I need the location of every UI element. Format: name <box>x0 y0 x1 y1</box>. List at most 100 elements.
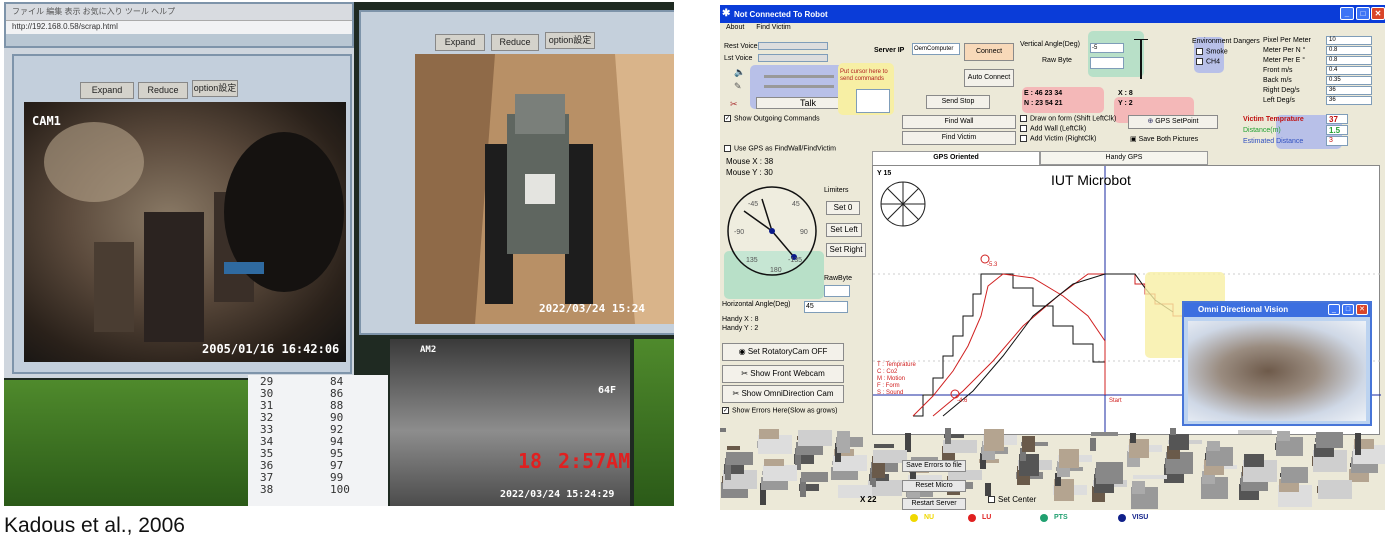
sensor-legend-line: S : Sound <box>877 390 904 396</box>
set0-button[interactable]: Set 0 <box>826 201 860 215</box>
desktop-wallpaper <box>4 380 248 506</box>
cam2-option-button[interactable]: option設定 <box>545 32 595 49</box>
param-input[interactable]: 10 <box>1326 36 1372 45</box>
browser-window: ファイル 編集 表示 お気に入り ツール ヘルプ http://192.168.… <box>4 2 354 48</box>
title-bar: ✱ Not Connected To Robot _ □ ✕ <box>720 5 1385 23</box>
cam2-reduce-button[interactable]: Reduce <box>491 34 539 51</box>
show-outgoing-checkbox[interactable]: ✓ Show Outgoing Commands <box>724 115 820 122</box>
save-both-button[interactable]: ▣ Save Both Pictures <box>1130 135 1198 143</box>
table-cell: 97 <box>330 459 344 472</box>
save-errors-button[interactable]: Save Errors to file <box>902 460 966 472</box>
menu-about[interactable]: About <box>726 24 744 31</box>
command-input[interactable] <box>856 89 890 113</box>
table-cell: 92 <box>330 423 344 436</box>
show-omni-button[interactable]: ✂ Show OmniDirection Cam <box>722 385 844 403</box>
param-input[interactable]: 0.4 <box>1326 66 1372 75</box>
param-input[interactable]: 0.35 <box>1326 76 1372 85</box>
add-wall-checkbox[interactable]: Add Wall (LeftClk) <box>1020 125 1086 132</box>
draw-form-checkbox[interactable]: Draw on form (Shift LeftClk) <box>1020 115 1116 122</box>
auto-connect-button[interactable]: Auto Connect <box>964 69 1014 87</box>
menu-find-victim[interactable]: Find Victim <box>756 24 791 31</box>
connect-button[interactable]: Connect <box>964 43 1014 61</box>
voice-slider-2[interactable] <box>764 85 834 88</box>
cam2-expand-button[interactable]: Expand <box>435 34 485 51</box>
set-left-button[interactable]: Set Left <box>826 223 862 237</box>
glitch-block <box>874 444 894 448</box>
error-log-strip: Save Errors to file Reset Micro Restart … <box>720 428 1385 510</box>
glitch-block <box>1244 454 1264 467</box>
omni-view <box>1188 321 1366 421</box>
send-stop-button[interactable]: Send Stop <box>926 95 990 109</box>
table-row: 36 97 <box>248 459 388 472</box>
param-input[interactable]: 36 <box>1326 86 1372 95</box>
cam1-option-button[interactable]: option設定 <box>192 80 238 97</box>
cam1-reduce-button[interactable]: Reduce <box>138 82 188 99</box>
table-row: 30 86 <box>248 387 388 400</box>
param-input[interactable]: 36 <box>1326 96 1372 105</box>
param-label: Right Deg/s <box>1263 87 1300 94</box>
close-icon[interactable]: ✕ <box>1371 7 1385 20</box>
omni-close-icon[interactable]: ✕ <box>1356 304 1368 315</box>
desktop-wallpaper-right <box>634 339 674 506</box>
minimize-icon[interactable]: _ <box>1340 7 1354 20</box>
e-coordinate: E : 46 23 34 <box>1024 90 1063 97</box>
set-right-button[interactable]: Set Right <box>826 243 866 257</box>
param-input[interactable]: 0.8 <box>1326 56 1372 65</box>
param-label: Pixel Per Meter <box>1263 37 1311 44</box>
ch4-checkbox[interactable]: CH4 <box>1196 58 1220 65</box>
glitch-block <box>1170 428 1176 435</box>
omni-minimize-icon[interactable]: _ <box>1328 304 1340 315</box>
vertical-angle-slider[interactable] <box>1140 39 1142 79</box>
vertical-angle-input[interactable]: -5 <box>1090 43 1124 53</box>
env-dangers-label: Environment Dangers <box>1192 38 1260 45</box>
glitch-block <box>984 429 1004 451</box>
omni-maximize-icon[interactable]: □ <box>1342 304 1354 315</box>
tab-gps-oriented[interactable]: GPS Oriented <box>872 151 1040 165</box>
show-front-label: Show Front Webcam <box>750 369 825 378</box>
glitch-block <box>1169 434 1189 450</box>
gps-setpoint-button[interactable]: ⊕ GPS SetPoint <box>1128 115 1218 129</box>
table-cell: 88 <box>330 399 344 412</box>
browser-address: http://192.168.0.58/scrap.html <box>6 20 352 34</box>
smoke-checkbox[interactable]: Smoke <box>1196 48 1228 55</box>
table-cell: 31 <box>260 399 274 412</box>
cam1-expand-button[interactable]: Expand <box>80 82 134 99</box>
table-row: 32 90 <box>248 411 388 424</box>
gauge-tick-neg90: -90 <box>734 229 745 236</box>
maximize-icon[interactable]: □ <box>1356 7 1370 20</box>
use-gps-checkbox[interactable]: Use GPS as FindWall/FindVictim <box>724 145 836 152</box>
voice-slider-1[interactable] <box>764 75 834 78</box>
restart-server-button[interactable]: Restart Server <box>902 498 966 510</box>
add-victim-checkbox[interactable]: Add Victim (RightClk) <box>1020 135 1096 142</box>
param-input[interactable]: 0.8 <box>1326 46 1372 55</box>
show-front-button[interactable]: ✂ Show Front Webcam <box>722 365 844 383</box>
show-errors-label: Show Errors Here(Slow as grows) <box>732 407 838 415</box>
show-errors-checkbox[interactable]: ✓ Show Errors Here(Slow as grows) <box>722 407 837 414</box>
horizontal-angle-label: Horizontal Angle(Deg) <box>722 301 791 308</box>
set-rotatory-button[interactable]: ◉ Set RotatoryCam OFF <box>722 343 844 361</box>
glitch-block <box>763 465 797 481</box>
find-victim-button[interactable]: Find Victim <box>902 131 1016 145</box>
raw-byte-input[interactable] <box>1090 57 1124 69</box>
set-center-checkbox[interactable]: Set Center <box>988 495 1036 504</box>
gauge-tick-neg135: -135 <box>788 257 803 264</box>
glitch-block <box>1132 481 1145 494</box>
table-row: 37 99 <box>248 471 388 484</box>
tab-handy-gps[interactable]: Handy GPS <box>1040 151 1208 165</box>
cam1-view <box>24 102 346 362</box>
reset-micro-button[interactable]: Reset Micro <box>902 480 966 492</box>
horizontal-angle-input[interactable]: 45 <box>804 301 848 313</box>
glitch-block <box>764 459 784 466</box>
server-ip-input[interactable]: OemComputer <box>912 43 960 55</box>
y-axis-value: Y 15 <box>877 170 892 177</box>
app-icon: ✱ <box>722 8 731 19</box>
find-wall-button[interactable]: Find Wall <box>902 115 1016 129</box>
victim-marker-bottom <box>950 389 960 399</box>
glitch-block <box>1316 432 1343 448</box>
table-row: 33 92 <box>248 423 388 436</box>
show-omni-label: Show OmniDirection Cam <box>741 389 834 398</box>
sensor-legend-line: T : Temprature <box>877 362 916 368</box>
rawbyte-input[interactable] <box>824 285 850 297</box>
table-cell: 32 <box>260 411 274 424</box>
draw-form-label: Draw on form (Shift LeftClk) <box>1030 115 1117 123</box>
